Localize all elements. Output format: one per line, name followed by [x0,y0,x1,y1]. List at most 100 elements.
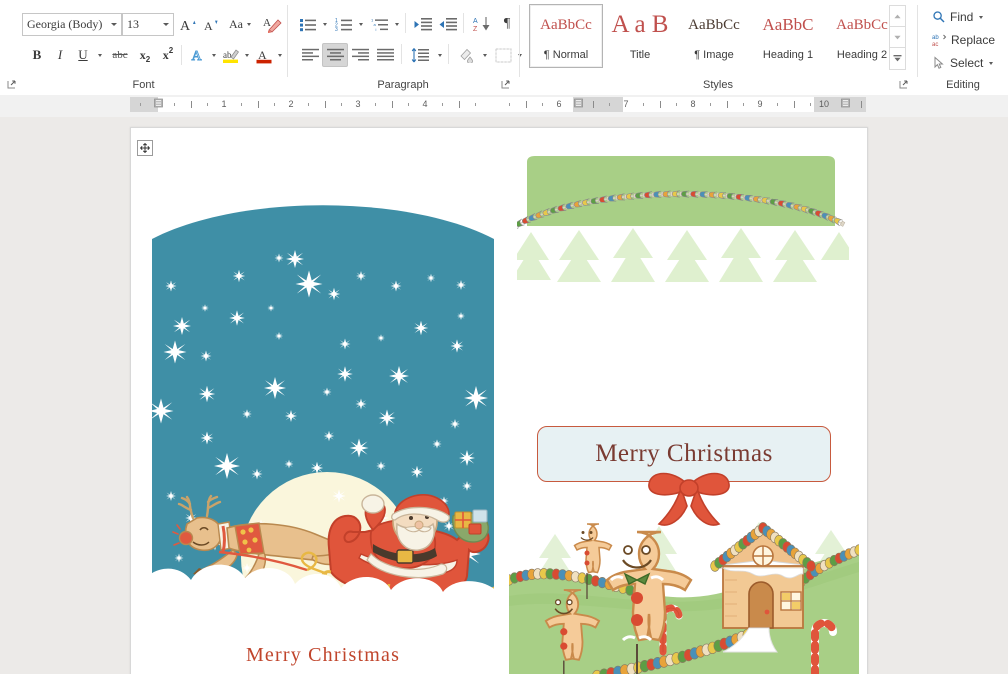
show-formatting-marks-button[interactable]: ¶ [495,12,519,36]
styles-scroll-down-button[interactable] [889,26,906,49]
style-preview: AaBbCc [836,16,888,33]
strikethrough-button[interactable]: abc [106,43,134,67]
ribbon: Georgia (Body) 13 A A Aa A B I U abc x 2… [0,0,1008,96]
ruler-number: 2 [288,99,294,109]
table-move-handle[interactable] [137,140,153,156]
svg-text:A: A [180,19,191,33]
replace-button[interactable]: ab ac Replace [928,29,999,51]
font-size-dropdown-arrow[interactable] [159,15,173,34]
svg-text:3: 3 [335,27,338,32]
subscript-button[interactable]: x2 [133,43,157,67]
style-name: ¶ Normal [543,49,589,61]
ribbon-group-paragraph: 1 2 3 1 a i A Z ¶ Paragraph [288,0,522,94]
svg-text:A: A [473,18,478,25]
ruler-number: 10 [818,99,830,109]
ruler-number: 1 [221,99,227,109]
paragraph-dialog-launcher[interactable] [500,79,512,91]
find-button[interactable]: Find [928,6,987,28]
shading-dropdown-arrow[interactable] [477,43,492,67]
styles-scroll-up-button[interactable] [889,5,906,28]
find-label: Find [950,10,974,24]
ruler-number: 6 [556,99,562,109]
green-lights-banner-illustration [517,156,849,282]
font-dialog-launcher[interactable] [6,79,18,91]
ribbon-group-editing: Find ab ac Replace Select Editing [918,0,1008,94]
ribbon-group-font: Georgia (Body) 13 A A Aa A B I U abc x 2… [0,0,287,94]
word-application-window: Georgia (Body) 13 A A Aa A B I U abc x 2… [0,0,1008,674]
style-item-normal[interactable]: AaBbCc ¶ Normal [529,4,603,68]
style-preview: AaBbCc [540,16,592,33]
multilevel-list-dropdown-arrow[interactable] [389,12,404,36]
align-left-button[interactable] [297,43,323,67]
cursor-arrow-icon [932,56,946,70]
style-name: Heading 2 [836,49,888,61]
svg-text:Z: Z [473,26,478,32]
horizontal-ruler[interactable]: 1 2 3 4 6 7 8 9 10 [130,97,866,112]
style-preview: A a B [611,11,669,38]
font-color-dropdown-arrow[interactable] [272,43,287,67]
style-item-heading-1[interactable]: AaBbC Heading 1 [751,4,825,68]
clear-formatting-button[interactable]: A [259,12,285,37]
increase-indent-button[interactable] [435,12,461,36]
align-right-button[interactable] [347,43,373,67]
style-name: Title [629,49,651,61]
font-size-combobox[interactable]: 13 [122,13,174,36]
line-spacing-dropdown-arrow[interactable] [432,43,447,67]
card-santa[interactable]: Merry Christmas [149,166,497,674]
shading-button[interactable] [454,43,479,67]
svg-text:ab: ab [223,50,232,60]
style-name: ¶ Image [694,49,734,61]
first-line-indent-marker[interactable] [154,98,163,111]
replace-label: Replace [951,33,996,47]
grow-font-button[interactable]: A [176,12,200,37]
line-spacing-button[interactable] [407,43,433,67]
ruler-number: 4 [422,99,428,109]
shrink-font-button[interactable]: A [199,12,223,37]
bullets-dropdown-arrow[interactable] [317,12,332,36]
replace-icon: ab ac [932,33,947,47]
justify-button[interactable] [372,43,398,67]
ruler-number: 3 [355,99,361,109]
card-gingerbread[interactable] [509,504,859,674]
svg-text:ab: ab [932,35,939,41]
styles-group-label: Styles [703,79,733,91]
gingerbread-scene-illustration [509,522,859,674]
card-lights-banner[interactable] [517,148,849,288]
font-size-value: 13 [127,17,139,31]
underline-dropdown-arrow[interactable] [92,43,107,67]
sort-button[interactable]: A Z [469,12,495,36]
ruler-bar: 1 2 3 4 6 7 8 9 10 [0,95,1008,117]
style-item-title[interactable]: A a B Title [603,4,677,68]
paragraph-group-label: Paragraph [377,79,429,91]
change-case-button[interactable]: Aa [222,12,258,37]
svg-text:A: A [191,49,202,63]
right-indent-marker[interactable] [841,98,850,111]
bold-button[interactable]: B [25,43,49,67]
style-item-heading-2[interactable]: AaBbCc Heading 2 [825,4,899,68]
card-santa-caption: Merry Christmas [245,644,401,666]
font-name-value: Georgia (Body) [27,17,103,31]
decrease-indent-button[interactable] [410,12,436,36]
font-name-combobox[interactable]: Georgia (Body) [22,13,122,36]
svg-text:ac: ac [932,42,938,47]
styles-more-button[interactable] [889,47,906,70]
style-preview: AaBbCc [688,16,740,33]
svg-text:A: A [263,17,271,29]
numbering-dropdown-arrow[interactable] [353,12,368,36]
font-group-label: Font [132,79,155,91]
document-canvas[interactable]: Merry Christmas Merry Christmas [0,117,1008,674]
magnifier-icon [932,10,946,24]
select-button[interactable]: Select [928,52,997,74]
style-item-image[interactable]: AaBbCc ¶ Image [677,4,751,68]
ruler-number: 7 [623,99,629,109]
card-merry-christmas-banner[interactable]: Merry Christmas [517,420,849,526]
italic-button[interactable]: I [48,43,72,67]
style-preview: AaBbC [762,15,814,34]
editing-group-label: Editing [946,79,980,91]
align-center-button[interactable] [322,43,348,67]
styles-dialog-launcher[interactable] [898,79,910,91]
column-marker[interactable] [574,98,583,111]
document-page[interactable]: Merry Christmas Merry Christmas [130,127,868,674]
font-name-dropdown-arrow[interactable] [107,15,121,34]
superscript-button[interactable]: x2 [156,43,180,67]
